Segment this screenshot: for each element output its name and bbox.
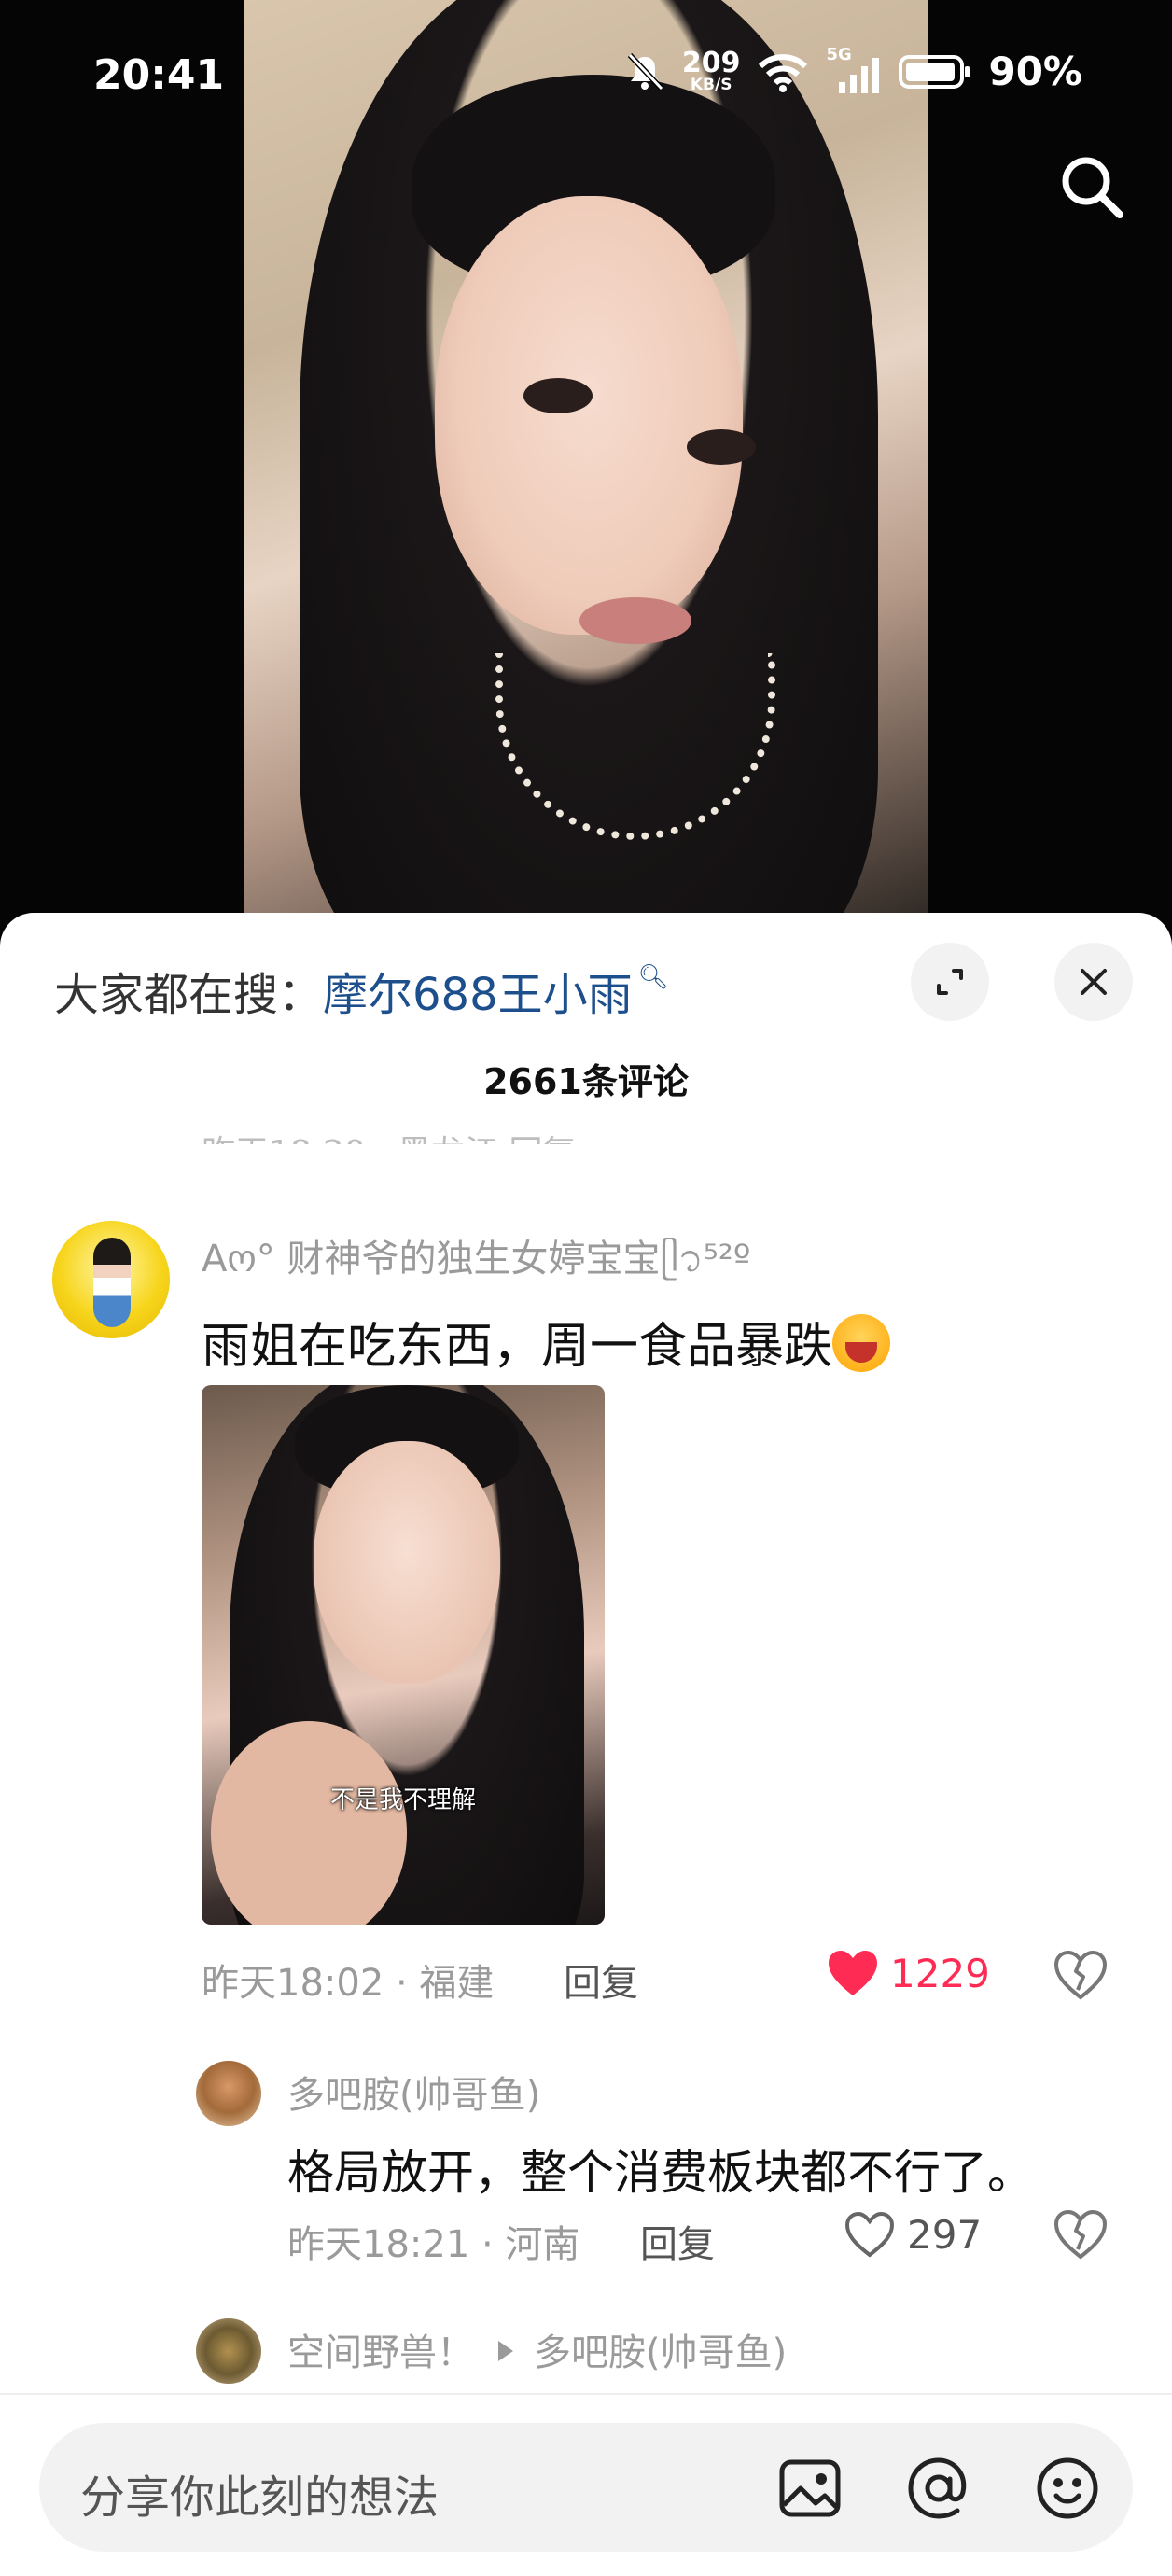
sub-comment-username[interactable]: 多吧胺(帅哥鱼) (287, 2065, 540, 2119)
reply-button[interactable]: 回复 (564, 1953, 638, 2007)
close-button[interactable] (1054, 943, 1133, 1021)
mute-icon (627, 52, 664, 91)
sub-comment-username-row[interactable]: 空间野兽！ 多吧胺(帅哥鱼) (287, 2322, 787, 2376)
trending-search[interactable]: 大家都在搜： 摩尔688王小雨 🔍︎ (54, 958, 669, 1023)
emoji-icon[interactable] (1030, 2451, 1105, 2526)
avatar[interactable] (196, 2061, 261, 2126)
battery-percent: 90% (988, 49, 1082, 94)
comment-input-bar: 分享你此刻的想法 (0, 2393, 1172, 2576)
comment-count: 2661条评论 (483, 1061, 689, 1102)
avatar[interactable] (52, 1221, 170, 1338)
like-count: 297 (907, 2211, 983, 2258)
search-icon[interactable] (1054, 149, 1129, 224)
signal-bars-icon (839, 57, 880, 93)
comment-time-location: 昨天18:02 · 福建 (202, 1962, 495, 2005)
status-bar: 20:41 209 KB/S 5G 90% (0, 0, 1172, 159)
heart-outline-icon (844, 2211, 895, 2258)
comment-username[interactable]: Aო° 财神爷的独生女婷宝宝ᥫ᭡⁵²º (202, 1228, 751, 1299)
trending-search-term[interactable]: 摩尔688王小雨 (323, 958, 633, 1023)
like-button[interactable]: 1229 (827, 1949, 990, 1997)
small-search-icon: 🔍︎ (637, 963, 669, 991)
image-icon[interactable] (773, 2451, 847, 2526)
dislike-icon[interactable] (1053, 2208, 1109, 2261)
comment-image[interactable]: 不是我不理解 (202, 1385, 605, 1925)
status-time: 20:41 (93, 51, 225, 99)
comment-input-placeholder: 分享你此刻的想法 (80, 2471, 440, 2524)
like-count: 1229 (890, 1950, 990, 1996)
reply-button[interactable]: 回复 (640, 2214, 715, 2268)
sub-comment-time-location: 昨天18:21 · 河南 (287, 2223, 580, 2266)
cellular-signal: 5G (826, 45, 882, 93)
battery-icon (899, 54, 970, 89)
comment-input[interactable]: 分享你此刻的想法 (39, 2423, 1133, 2552)
trending-search-prefix: 大家都在搜： (54, 969, 324, 1021)
reply-to-username[interactable]: 多吧胺(帅哥鱼) (534, 2331, 787, 2374)
expand-icon (937, 969, 963, 995)
comment-text: 雨姐在吃东西，周一食品暴跌 (202, 1307, 891, 1377)
status-icons: 209 KB/S 5G 90% (624, 45, 1082, 94)
like-button[interactable]: 297 (844, 2210, 982, 2259)
reply-arrow-icon (498, 2341, 513, 2361)
wifi-icon (759, 53, 808, 92)
dislike-icon[interactable] (1053, 1949, 1109, 2001)
net-speed: 209 KB/S (681, 47, 741, 94)
sub-comment-username[interactable]: 空间野兽！ (287, 2331, 474, 2374)
close-icon (1081, 969, 1107, 995)
comment-sheet: 大家都在搜： 摩尔688王小雨 🔍︎ 2661条评论 昨天18:20 · 黑龙江… (0, 913, 1172, 2576)
laughing-emoji-icon (832, 1314, 891, 1372)
expand-button[interactable] (911, 943, 989, 1021)
sub-comment-text: 格局放开，整个消费板块都不行了。 (287, 2146, 1034, 2200)
comment-text-content: 雨姐在吃东西，周一食品暴跌 (202, 1319, 833, 1375)
mention-icon[interactable] (901, 2451, 976, 2526)
heart-filled-icon (829, 1951, 877, 1995)
image-caption: 不是我不理解 (329, 1786, 476, 1814)
cut-off-comment-meta: 昨天18:20 · 黑龙江 回复 (202, 1126, 1116, 1144)
avatar[interactable] (196, 2318, 261, 2384)
